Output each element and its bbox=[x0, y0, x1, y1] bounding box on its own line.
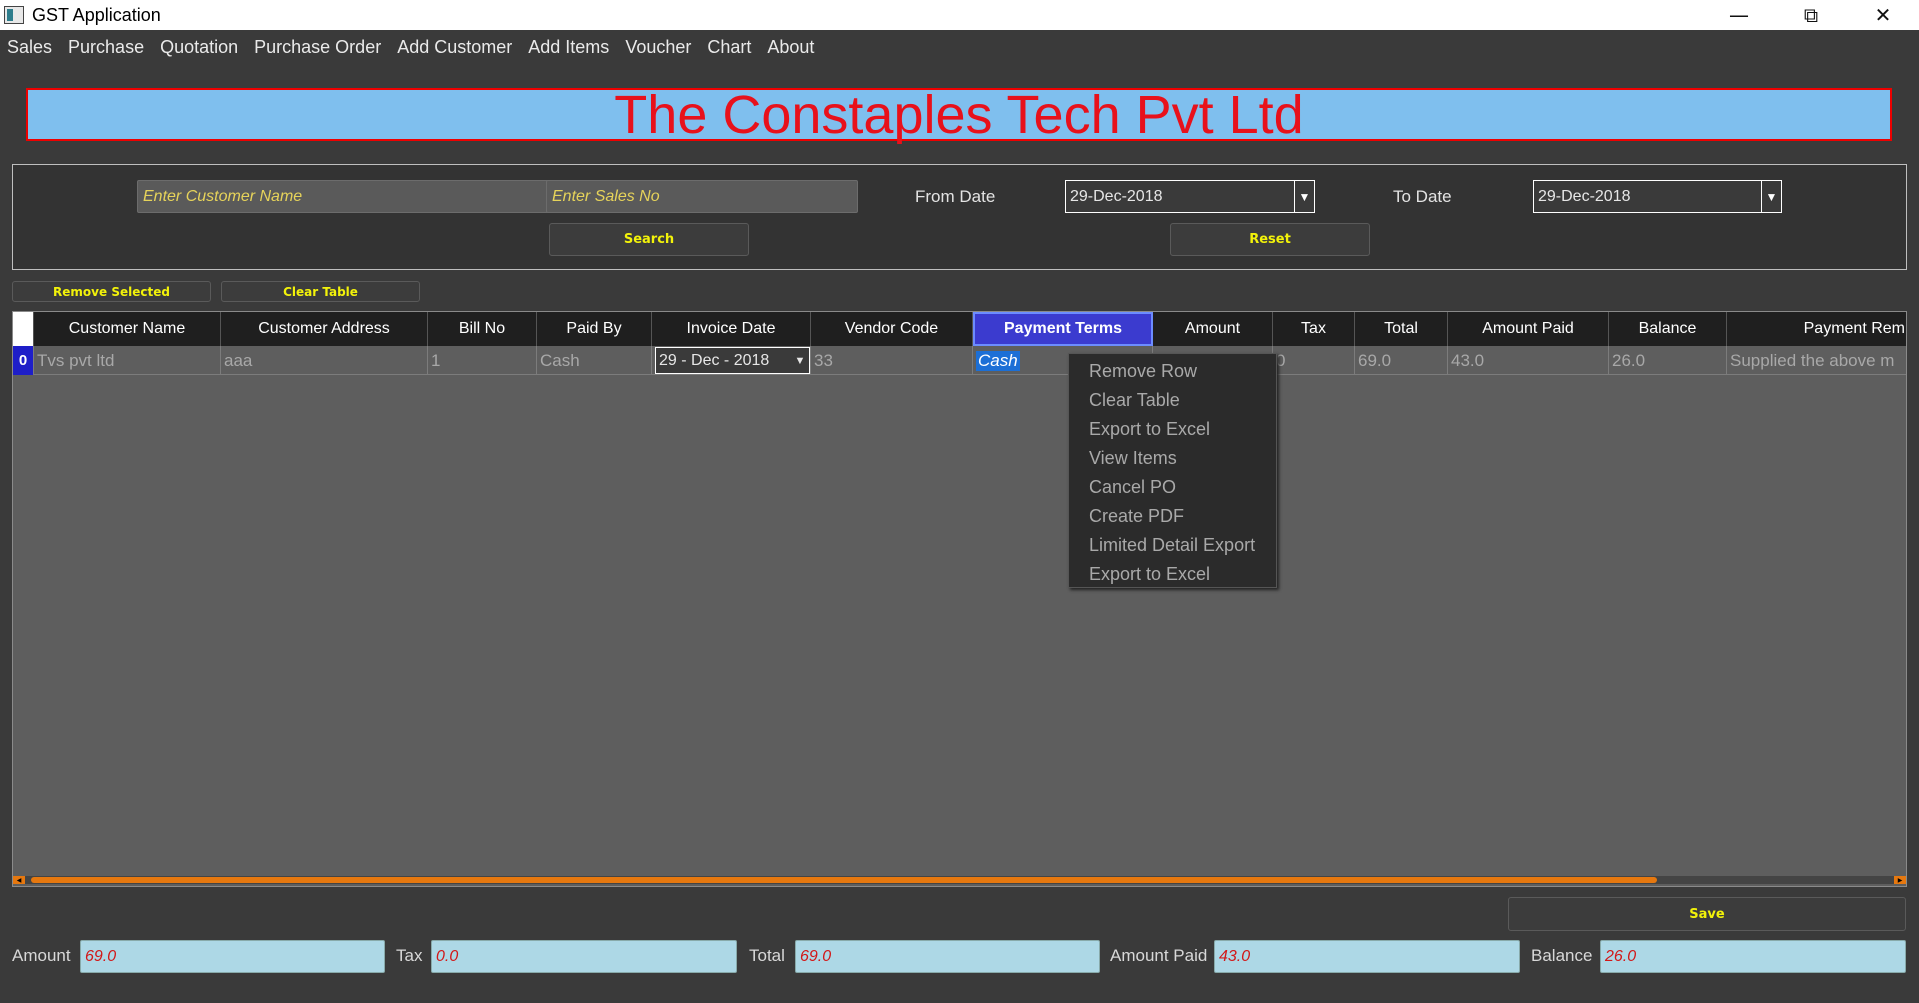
maximize-icon[interactable]: ⧉ bbox=[1775, 0, 1847, 30]
ctx-clear-table[interactable]: Clear Table bbox=[1069, 386, 1276, 415]
clear-table-button[interactable]: Clear Table bbox=[221, 281, 420, 302]
cell-customer-name[interactable]: Tvs pvt ltd bbox=[34, 346, 221, 375]
app-icon bbox=[4, 6, 24, 24]
menu-add-items[interactable]: Add Items bbox=[528, 37, 609, 58]
cell-paid-by[interactable]: Cash bbox=[537, 346, 652, 375]
cell-tax[interactable]: 0 bbox=[1273, 346, 1355, 375]
from-date-picker[interactable]: 29-Dec-2018 ▼ bbox=[1065, 180, 1315, 213]
customer-name-input[interactable]: Enter Customer Name bbox=[137, 180, 549, 213]
remove-selected-button[interactable]: Remove Selected bbox=[12, 281, 211, 302]
tax-field[interactable]: 0.0 bbox=[431, 940, 737, 973]
horizontal-scrollbar[interactable]: ◀ ▶ bbox=[13, 876, 1906, 884]
menu-purchase[interactable]: Purchase bbox=[68, 37, 144, 58]
col-amount-paid[interactable]: Amount Paid bbox=[1448, 312, 1609, 346]
cell-invoice-date[interactable]: 29 - Dec - 2018 ▼ bbox=[652, 346, 811, 375]
scrollbar-thumb[interactable] bbox=[31, 877, 1657, 883]
reset-button[interactable]: Reset bbox=[1170, 223, 1370, 256]
close-icon[interactable]: ✕ bbox=[1847, 0, 1919, 30]
table-header: Customer Name Customer Address Bill No P… bbox=[13, 312, 1906, 346]
invoice-date-value: 29 - Dec - 2018 bbox=[659, 351, 770, 369]
to-date-label: To Date bbox=[1393, 187, 1452, 206]
title-bar: GST Application — ⧉ ✕ bbox=[0, 0, 1919, 30]
col-bill-no[interactable]: Bill No bbox=[428, 312, 537, 346]
col-payment-remarks[interactable]: Payment Rem bbox=[1727, 312, 1906, 346]
to-date-picker[interactable]: 29-Dec-2018 ▼ bbox=[1533, 180, 1782, 213]
col-vendor-code[interactable]: Vendor Code bbox=[811, 312, 973, 346]
col-invoice-date[interactable]: Invoice Date bbox=[652, 312, 811, 346]
amount-paid-label: Amount Paid bbox=[1110, 946, 1208, 965]
ctx-export-to-excel[interactable]: Export to Excel bbox=[1069, 415, 1276, 444]
ctx-view-items[interactable]: View Items bbox=[1069, 444, 1276, 473]
ctx-cancel-po[interactable]: Cancel PO bbox=[1069, 473, 1276, 502]
company-banner: The Constaples Tech Pvt Ltd bbox=[26, 84, 1892, 145]
ctx-remove-row[interactable]: Remove Row bbox=[1069, 357, 1276, 386]
amount-label: Amount bbox=[12, 946, 71, 965]
from-date-value: 29-Dec-2018 bbox=[1070, 187, 1163, 205]
to-date-value: 29-Dec-2018 bbox=[1538, 187, 1631, 205]
search-button[interactable]: Search bbox=[549, 223, 749, 256]
ctx-export-to-excel-2[interactable]: Export to Excel bbox=[1069, 560, 1276, 589]
row-index[interactable]: 0 bbox=[13, 346, 34, 375]
scroll-left-icon[interactable]: ◀ bbox=[13, 876, 25, 884]
col-total[interactable]: Total bbox=[1355, 312, 1448, 346]
amount-field[interactable]: 69.0 bbox=[80, 940, 385, 973]
company-name: The Constaples Tech Pvt Ltd bbox=[614, 84, 1304, 145]
menu-add-customer[interactable]: Add Customer bbox=[397, 37, 512, 58]
cell-bill-no[interactable]: 1 bbox=[428, 346, 537, 375]
corner-header[interactable] bbox=[13, 312, 34, 346]
search-panel: Enter Customer Name Enter Sales No From … bbox=[12, 164, 1907, 270]
col-balance[interactable]: Balance bbox=[1609, 312, 1727, 346]
menu-about[interactable]: About bbox=[767, 37, 814, 58]
table-row[interactable]: 0 Tvs pvt ltd aaa 1 Cash 29 - Dec - 2018… bbox=[13, 346, 1906, 375]
col-payment-terms[interactable]: Payment Terms bbox=[973, 312, 1153, 346]
minimize-icon[interactable]: — bbox=[1703, 0, 1775, 30]
cell-amount-paid[interactable]: 43.0 bbox=[1448, 346, 1609, 375]
invoice-date-editor[interactable]: 29 - Dec - 2018 ▼ bbox=[655, 347, 810, 374]
cell-payment-remarks[interactable]: Supplied the above m bbox=[1727, 346, 1906, 375]
window-title: GST Application bbox=[32, 4, 161, 25]
ctx-limited-detail-export[interactable]: Limited Detail Export bbox=[1069, 531, 1276, 560]
chevron-down-icon[interactable]: ▼ bbox=[791, 348, 809, 373]
tax-label: Tax bbox=[396, 946, 423, 965]
from-date-label: From Date bbox=[915, 187, 996, 206]
cell-total[interactable]: 69.0 bbox=[1355, 346, 1448, 375]
save-button[interactable]: Save bbox=[1508, 897, 1906, 931]
total-field[interactable]: 69.0 bbox=[795, 940, 1100, 973]
menu-bar: Sales Purchase Quotation Purchase Order … bbox=[0, 30, 1919, 64]
sales-table: Customer Name Customer Address Bill No P… bbox=[12, 311, 1907, 887]
scroll-right-icon[interactable]: ▶ bbox=[1894, 876, 1906, 884]
col-customer-name[interactable]: Customer Name bbox=[34, 312, 221, 346]
window-controls: — ⧉ ✕ bbox=[1703, 0, 1919, 30]
context-menu: Remove Row Clear Table Export to Excel V… bbox=[1068, 353, 1277, 588]
balance-label: Balance bbox=[1531, 946, 1593, 965]
menu-voucher[interactable]: Voucher bbox=[625, 37, 691, 58]
cell-balance[interactable]: 26.0 bbox=[1609, 346, 1727, 375]
col-customer-address[interactable]: Customer Address bbox=[221, 312, 428, 346]
ctx-create-pdf[interactable]: Create PDF bbox=[1069, 502, 1276, 531]
cell-vendor-code[interactable]: 33 bbox=[811, 346, 973, 375]
menu-sales[interactable]: Sales bbox=[7, 37, 52, 58]
total-label: Total bbox=[749, 946, 785, 965]
payment-terms-editor[interactable]: Cash bbox=[976, 350, 1020, 371]
sales-no-input[interactable]: Enter Sales No bbox=[546, 180, 858, 213]
chevron-down-icon[interactable]: ▼ bbox=[1294, 181, 1314, 212]
balance-field[interactable]: 26.0 bbox=[1600, 940, 1906, 973]
cell-customer-address[interactable]: aaa bbox=[221, 346, 428, 375]
chevron-down-icon[interactable]: ▼ bbox=[1761, 181, 1781, 212]
col-tax[interactable]: Tax bbox=[1273, 312, 1355, 346]
menu-chart[interactable]: Chart bbox=[707, 37, 751, 58]
menu-quotation[interactable]: Quotation bbox=[160, 37, 238, 58]
col-amount[interactable]: Amount bbox=[1153, 312, 1273, 346]
col-paid-by[interactable]: Paid By bbox=[537, 312, 652, 346]
menu-purchase-order[interactable]: Purchase Order bbox=[254, 37, 381, 58]
amount-paid-field[interactable]: 43.0 bbox=[1214, 940, 1520, 973]
